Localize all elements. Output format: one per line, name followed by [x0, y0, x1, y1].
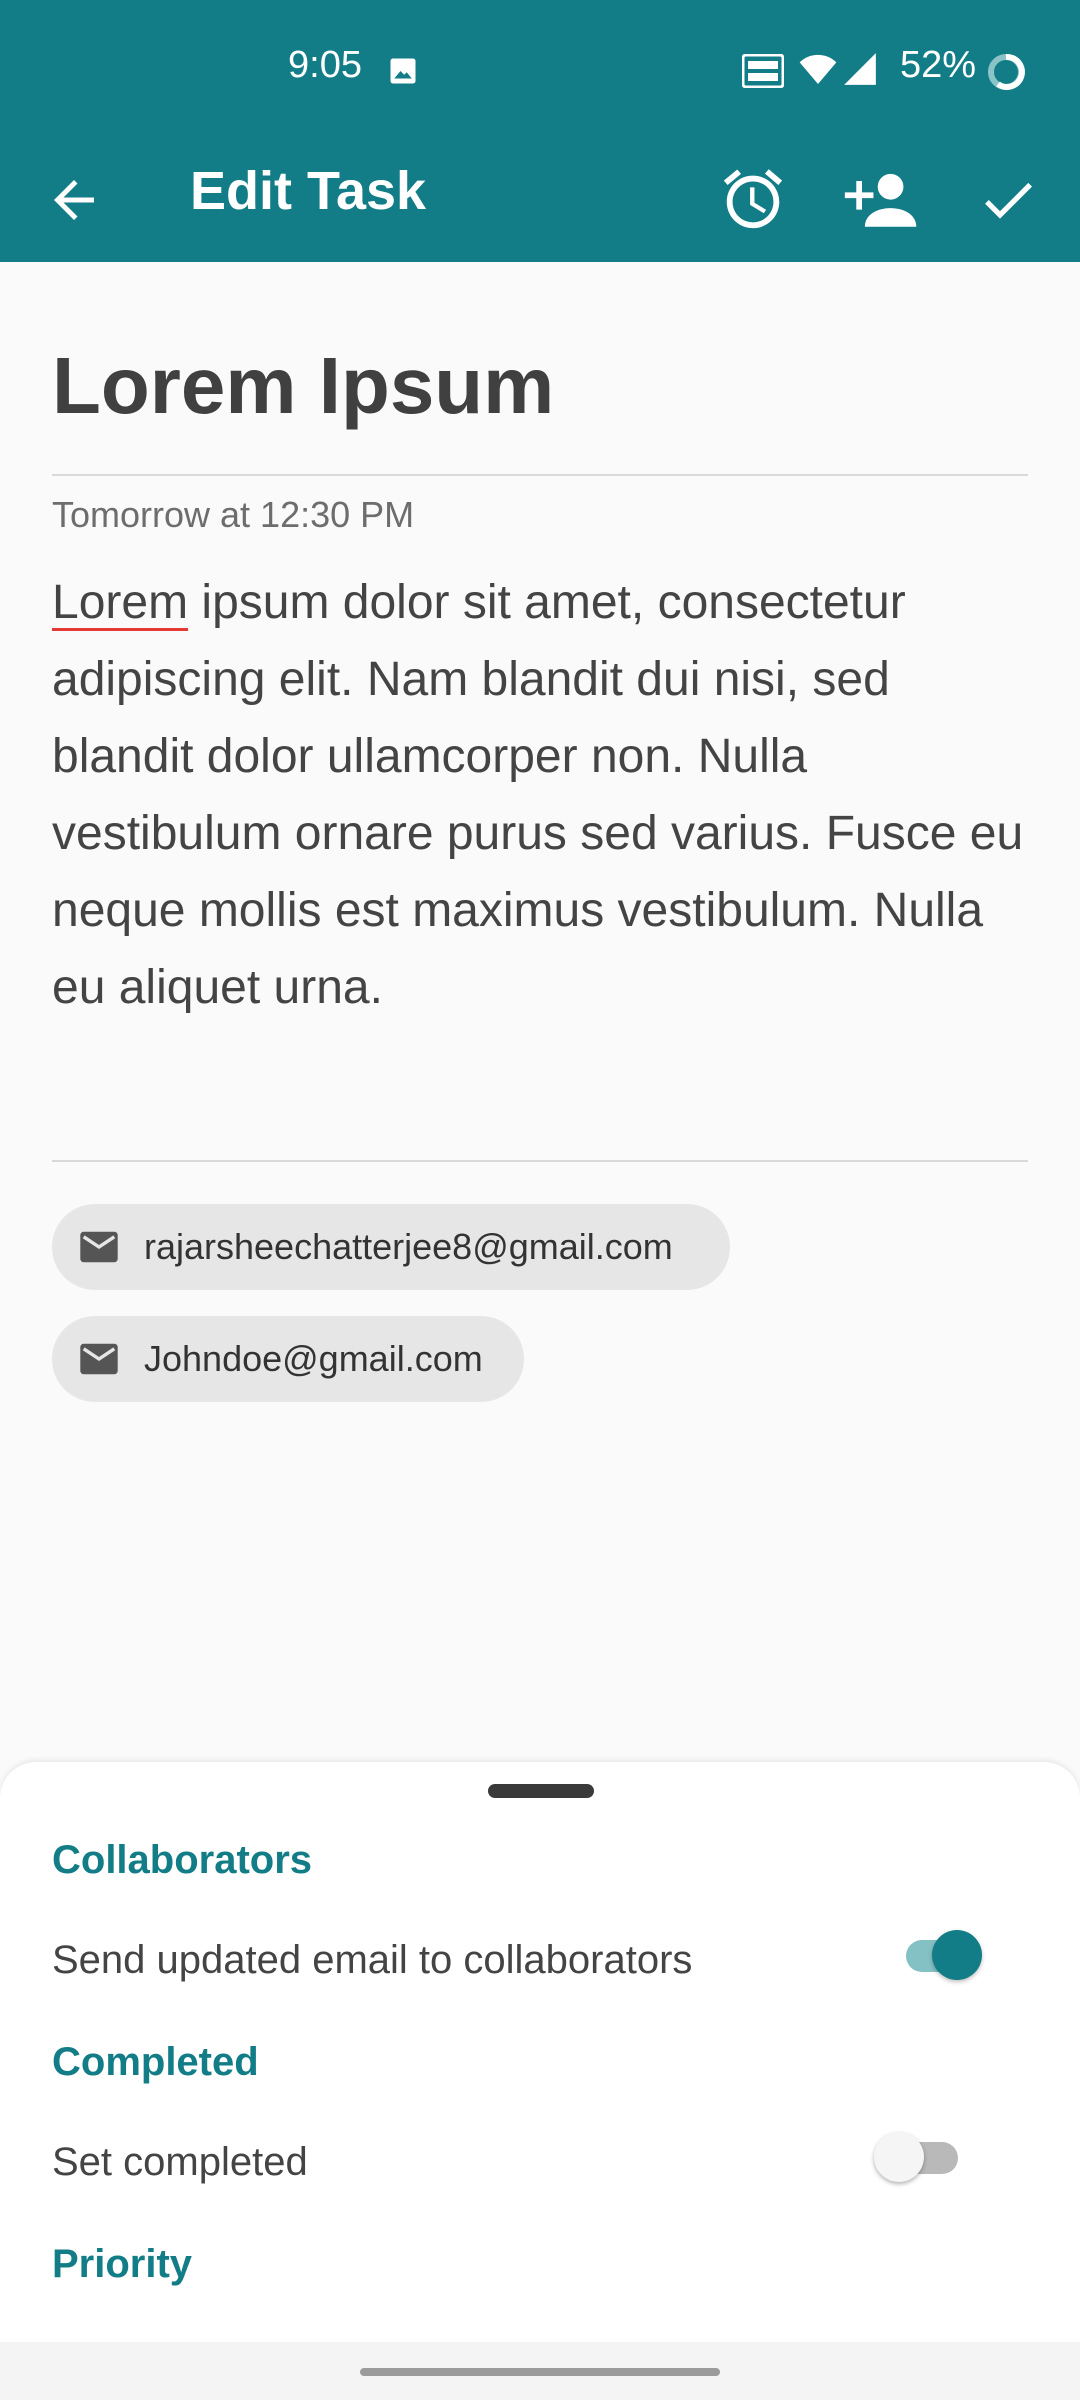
set-completed-toggle[interactable] — [874, 2126, 964, 2182]
section-title-priority: Priority — [52, 2242, 193, 2286]
sheet-drag-handle[interactable] — [488, 1784, 594, 1798]
task-title-input[interactable]: Lorem Ipsum — [52, 340, 554, 432]
home-gesture-bar[interactable] — [360, 2368, 720, 2376]
alarm-icon — [723, 169, 783, 229]
section-title-completed: Completed — [52, 2040, 259, 2084]
signal-icon — [840, 50, 880, 93]
send-email-toggle[interactable] — [896, 1924, 986, 1980]
add-collaborator-button[interactable] — [842, 166, 922, 236]
battery-percent: 52% — [900, 44, 977, 86]
send-email-label: Send updated email to collaborators — [52, 1938, 693, 1982]
collaborator-chip[interactable]: Johndoe@gmail.com — [52, 1316, 524, 1402]
collaborator-chip[interactable]: rajarsheechatterjee8@gmail.com — [52, 1204, 730, 1290]
collaborator-email: rajarsheechatterjee8@gmail.com — [144, 1226, 673, 1267]
reminder-button[interactable] — [718, 164, 788, 234]
volte-icon — [741, 53, 785, 93]
toggle-thumb — [874, 2132, 924, 2182]
toggle-thumb — [932, 1930, 982, 1980]
save-button[interactable] — [976, 168, 1040, 232]
image-icon — [388, 56, 418, 91]
due-date[interactable]: Tomorrow at 12:30 PM — [52, 494, 414, 536]
mail-icon — [80, 1231, 118, 1263]
top-bar: 9:05 52% Edit Task — [0, 0, 1080, 262]
divider — [52, 1160, 1028, 1162]
collaborator-email: Johndoe@gmail.com — [144, 1338, 483, 1379]
divider — [52, 474, 1028, 476]
back-button[interactable] — [44, 170, 104, 230]
mail-icon — [80, 1343, 118, 1375]
back-arrow-icon — [54, 180, 94, 220]
system-nav-bar — [0, 2342, 1080, 2400]
app-bar: Edit Task — [0, 140, 1080, 262]
task-description-input[interactable]: Lorem ipsum dolor sit amet, consectetur … — [52, 564, 1028, 1026]
add-person-icon — [844, 173, 917, 227]
wifi-icon — [798, 52, 838, 91]
battery-icon — [986, 52, 1026, 97]
status-bar: 9:05 52% — [0, 0, 1080, 140]
check-icon — [985, 182, 1032, 219]
misspelled-word: Lorem — [52, 576, 189, 629]
bottom-sheet: Collaborators Send updated email to coll… — [0, 1762, 1080, 2342]
status-time: 9:05 — [288, 44, 362, 86]
set-completed-label: Set completed — [52, 2140, 308, 2184]
section-title-collaborators: Collaborators — [52, 1838, 313, 1882]
description-text: ipsum dolor sit amet, consectetur adipis… — [52, 576, 1024, 1014]
page-title: Edit Task — [190, 161, 427, 221]
